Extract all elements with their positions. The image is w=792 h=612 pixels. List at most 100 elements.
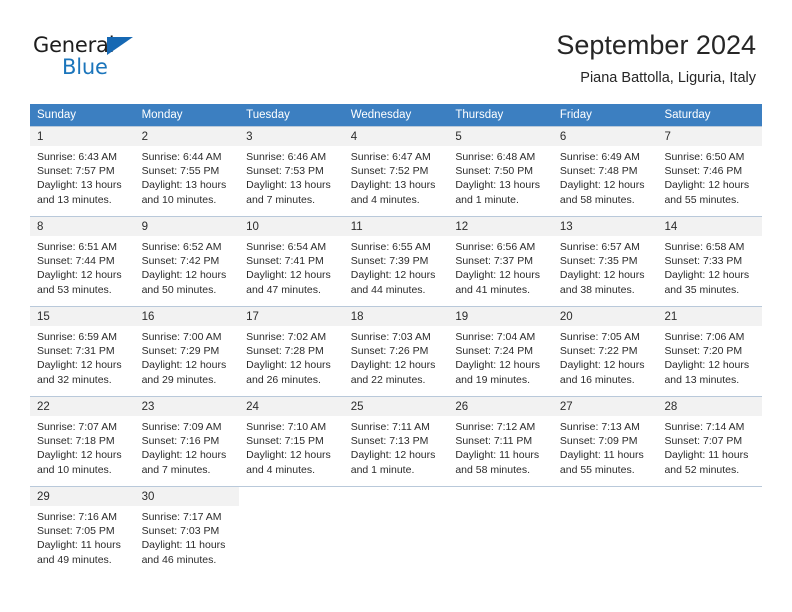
day-cell[interactable]: 25 Sunrise: 7:11 AM Sunset: 7:13 PM Dayl…	[343, 397, 449, 486]
sunset-text: Sunset: 7:09 PM	[559, 435, 638, 448]
day-cell[interactable]: 5 Sunrise: 6:48 AM Sunset: 7:50 PM Dayli…	[448, 127, 553, 216]
sunrise-text: Sunrise: 6:54 AM	[246, 241, 327, 253]
day-cell[interactable]: 2 Sunrise: 6:44 AM Sunset: 7:55 PM Dayli…	[134, 127, 240, 216]
day-cell[interactable]: 14 Sunrise: 6:58 AM Sunset: 7:33 PM Dayl…	[657, 217, 763, 306]
daylight-text-line1: Daylight: 12 hours	[559, 269, 645, 282]
day-number-band: 25	[343, 397, 449, 416]
daylight-text-line2: and 7 minutes.	[246, 193, 316, 206]
day-cell[interactable]: 24 Sunrise: 7:10 AM Sunset: 7:15 PM Dayl…	[239, 397, 344, 486]
day-cell[interactable]: 20 Sunrise: 7:05 AM Sunset: 7:22 PM Dayl…	[552, 307, 658, 396]
day-cell[interactable]: 15 Sunrise: 6:59 AM Sunset: 7:31 PM Dayl…	[30, 307, 135, 396]
daylight-text-line1: Daylight: 13 hours	[141, 179, 227, 192]
sunrise-text: Sunrise: 7:17 AM	[141, 511, 222, 523]
day-number: 5	[455, 131, 462, 143]
day-cell[interactable]: 1 Sunrise: 6:43 AM Sunset: 7:57 PM Dayli…	[30, 127, 135, 216]
day-cell[interactable]: 26 Sunrise: 7:12 AM Sunset: 7:11 PM Dayl…	[448, 397, 553, 486]
day-cell[interactable]: 12 Sunrise: 6:56 AM Sunset: 7:37 PM Dayl…	[448, 217, 553, 306]
day-number: 9	[141, 221, 148, 233]
day-info: Sunrise: 6:44 AM Sunset: 7:55 PM Dayligh…	[135, 146, 240, 207]
day-number: 3	[246, 131, 253, 143]
daylight-text-line2: and 49 minutes.	[37, 553, 112, 566]
sunset-text: Sunset: 7:22 PM	[559, 345, 638, 358]
day-cell[interactable]: 9 Sunrise: 6:52 AM Sunset: 7:42 PM Dayli…	[134, 217, 240, 306]
day-number-band: 10	[239, 217, 344, 236]
sunrise-text: Sunrise: 7:05 AM	[559, 331, 640, 343]
day-info: Sunrise: 7:06 AM Sunset: 7:20 PM Dayligh…	[657, 326, 762, 387]
day-cell[interactable]: 22 Sunrise: 7:07 AM Sunset: 7:18 PM Dayl…	[30, 397, 135, 486]
day-cell[interactable]: 4 Sunrise: 6:47 AM Sunset: 7:52 PM Dayli…	[343, 127, 449, 216]
day-number: 8	[37, 221, 44, 233]
week-row: 1 Sunrise: 6:43 AM Sunset: 7:57 PM Dayli…	[30, 126, 763, 216]
day-number: 10	[246, 221, 259, 233]
day-number: 17	[246, 311, 259, 323]
day-number-band: 15	[30, 307, 135, 326]
day-cell[interactable]: 21 Sunrise: 7:06 AM Sunset: 7:20 PM Dayl…	[657, 307, 763, 396]
daylight-text-line1: Daylight: 13 hours	[37, 179, 122, 192]
day-info: Sunrise: 6:55 AM Sunset: 7:39 PM Dayligh…	[344, 236, 449, 297]
sunset-text: Sunset: 7:33 PM	[664, 255, 743, 268]
daylight-text-line2: and 47 minutes.	[246, 283, 321, 296]
day-cell-empty	[552, 487, 658, 576]
sunrise-text: Sunrise: 6:47 AM	[350, 151, 431, 163]
daylight-text-line1: Daylight: 12 hours	[37, 269, 122, 282]
day-number: 6	[559, 131, 567, 143]
calendar-grid: Sunday Monday Tuesday Wednesday Thursday…	[30, 104, 763, 576]
day-number: 11	[350, 221, 363, 233]
daylight-text-line1: Daylight: 13 hours	[455, 179, 540, 192]
weekday-header-wednesday: Wednesday	[350, 109, 412, 121]
day-cell[interactable]: 17 Sunrise: 7:02 AM Sunset: 7:28 PM Dayl…	[239, 307, 344, 396]
sunrise-text: Sunrise: 7:02 AM	[246, 331, 327, 343]
page-subtitle: Piana Battolla, Liguria, Italy	[580, 70, 756, 86]
title-block: September 2024 Piana Battolla, Liguria, …	[556, 28, 756, 88]
day-number-band	[552, 487, 658, 506]
sunset-text: Sunset: 7:48 PM	[559, 165, 638, 178]
day-number-band: 2	[134, 127, 240, 146]
day-cell[interactable]: 18 Sunrise: 7:03 AM Sunset: 7:26 PM Dayl…	[343, 307, 449, 396]
sunset-text: Sunset: 7:44 PM	[37, 255, 115, 268]
day-cell[interactable]: 23 Sunrise: 7:09 AM Sunset: 7:16 PM Dayl…	[134, 397, 240, 486]
day-cell[interactable]: 10 Sunrise: 6:54 AM Sunset: 7:41 PM Dayl…	[239, 217, 344, 306]
day-info: Sunrise: 7:02 AM Sunset: 7:28 PM Dayligh…	[239, 326, 344, 387]
daylight-text-line2: and 58 minutes.	[455, 463, 531, 476]
sunset-text: Sunset: 7:35 PM	[559, 255, 638, 268]
day-cell[interactable]: 11 Sunrise: 6:55 AM Sunset: 7:39 PM Dayl…	[343, 217, 449, 306]
day-cell[interactable]: 29 Sunrise: 7:16 AM Sunset: 7:05 PM Dayl…	[30, 487, 135, 576]
day-number: 23	[141, 401, 155, 413]
day-info: Sunrise: 6:47 AM Sunset: 7:52 PM Dayligh…	[344, 146, 449, 207]
sunset-text: Sunset: 7:03 PM	[141, 525, 220, 538]
sunrise-text: Sunrise: 6:59 AM	[37, 331, 117, 343]
day-cell[interactable]: 7 Sunrise: 6:50 AM Sunset: 7:46 PM Dayli…	[657, 127, 763, 216]
day-info: Sunrise: 6:58 AM Sunset: 7:33 PM Dayligh…	[657, 236, 762, 297]
daylight-text-line2: and 19 minutes.	[455, 373, 531, 386]
day-cell[interactable]: 27 Sunrise: 7:13 AM Sunset: 7:09 PM Dayl…	[552, 397, 658, 486]
day-info: Sunrise: 6:43 AM Sunset: 7:57 PM Dayligh…	[30, 146, 135, 207]
daylight-text-line1: Daylight: 12 hours	[350, 359, 436, 372]
day-cell[interactable]: 13 Sunrise: 6:57 AM Sunset: 7:35 PM Dayl…	[552, 217, 658, 306]
day-cell[interactable]: 19 Sunrise: 7:04 AM Sunset: 7:24 PM Dayl…	[448, 307, 553, 396]
day-cell[interactable]: 28 Sunrise: 7:14 AM Sunset: 7:07 PM Dayl…	[657, 397, 763, 486]
weekday-header-row: Sunday Monday Tuesday Wednesday Thursday…	[30, 104, 762, 126]
general-blue-logo[interactable]: General Blue	[33, 33, 163, 81]
sunrise-text: Sunrise: 6:44 AM	[141, 151, 222, 163]
sunrise-text: Sunrise: 6:56 AM	[455, 241, 536, 253]
day-cell-empty	[239, 487, 344, 576]
sunrise-text: Sunrise: 6:52 AM	[141, 241, 222, 253]
day-number-band: 1	[30, 127, 135, 146]
sunrise-text: Sunrise: 7:14 AM	[664, 421, 745, 433]
day-number-band	[239, 487, 344, 506]
day-cell[interactable]: 6 Sunrise: 6:49 AM Sunset: 7:48 PM Dayli…	[552, 127, 658, 216]
daylight-text-line2: and 16 minutes.	[559, 373, 635, 386]
daylight-text-line1: Daylight: 12 hours	[246, 449, 331, 462]
weekday-header-saturday: Saturday	[664, 109, 711, 121]
day-cell[interactable]: 3 Sunrise: 6:46 AM Sunset: 7:53 PM Dayli…	[239, 127, 344, 216]
daylight-text-line2: and 32 minutes.	[37, 373, 112, 386]
daylight-text-line1: Daylight: 12 hours	[664, 359, 750, 372]
day-cell[interactable]: 16 Sunrise: 7:00 AM Sunset: 7:29 PM Dayl…	[134, 307, 240, 396]
daylight-text-line1: Daylight: 12 hours	[455, 269, 540, 282]
day-cell-empty	[343, 487, 449, 576]
week-row: 8 Sunrise: 6:51 AM Sunset: 7:44 PM Dayli…	[30, 216, 763, 306]
day-cell[interactable]: 8 Sunrise: 6:51 AM Sunset: 7:44 PM Dayli…	[30, 217, 135, 306]
sunset-text: Sunset: 7:46 PM	[664, 165, 743, 178]
sunset-text: Sunset: 7:07 PM	[664, 435, 743, 448]
day-cell[interactable]: 30 Sunrise: 7:17 AM Sunset: 7:03 PM Dayl…	[134, 487, 240, 576]
